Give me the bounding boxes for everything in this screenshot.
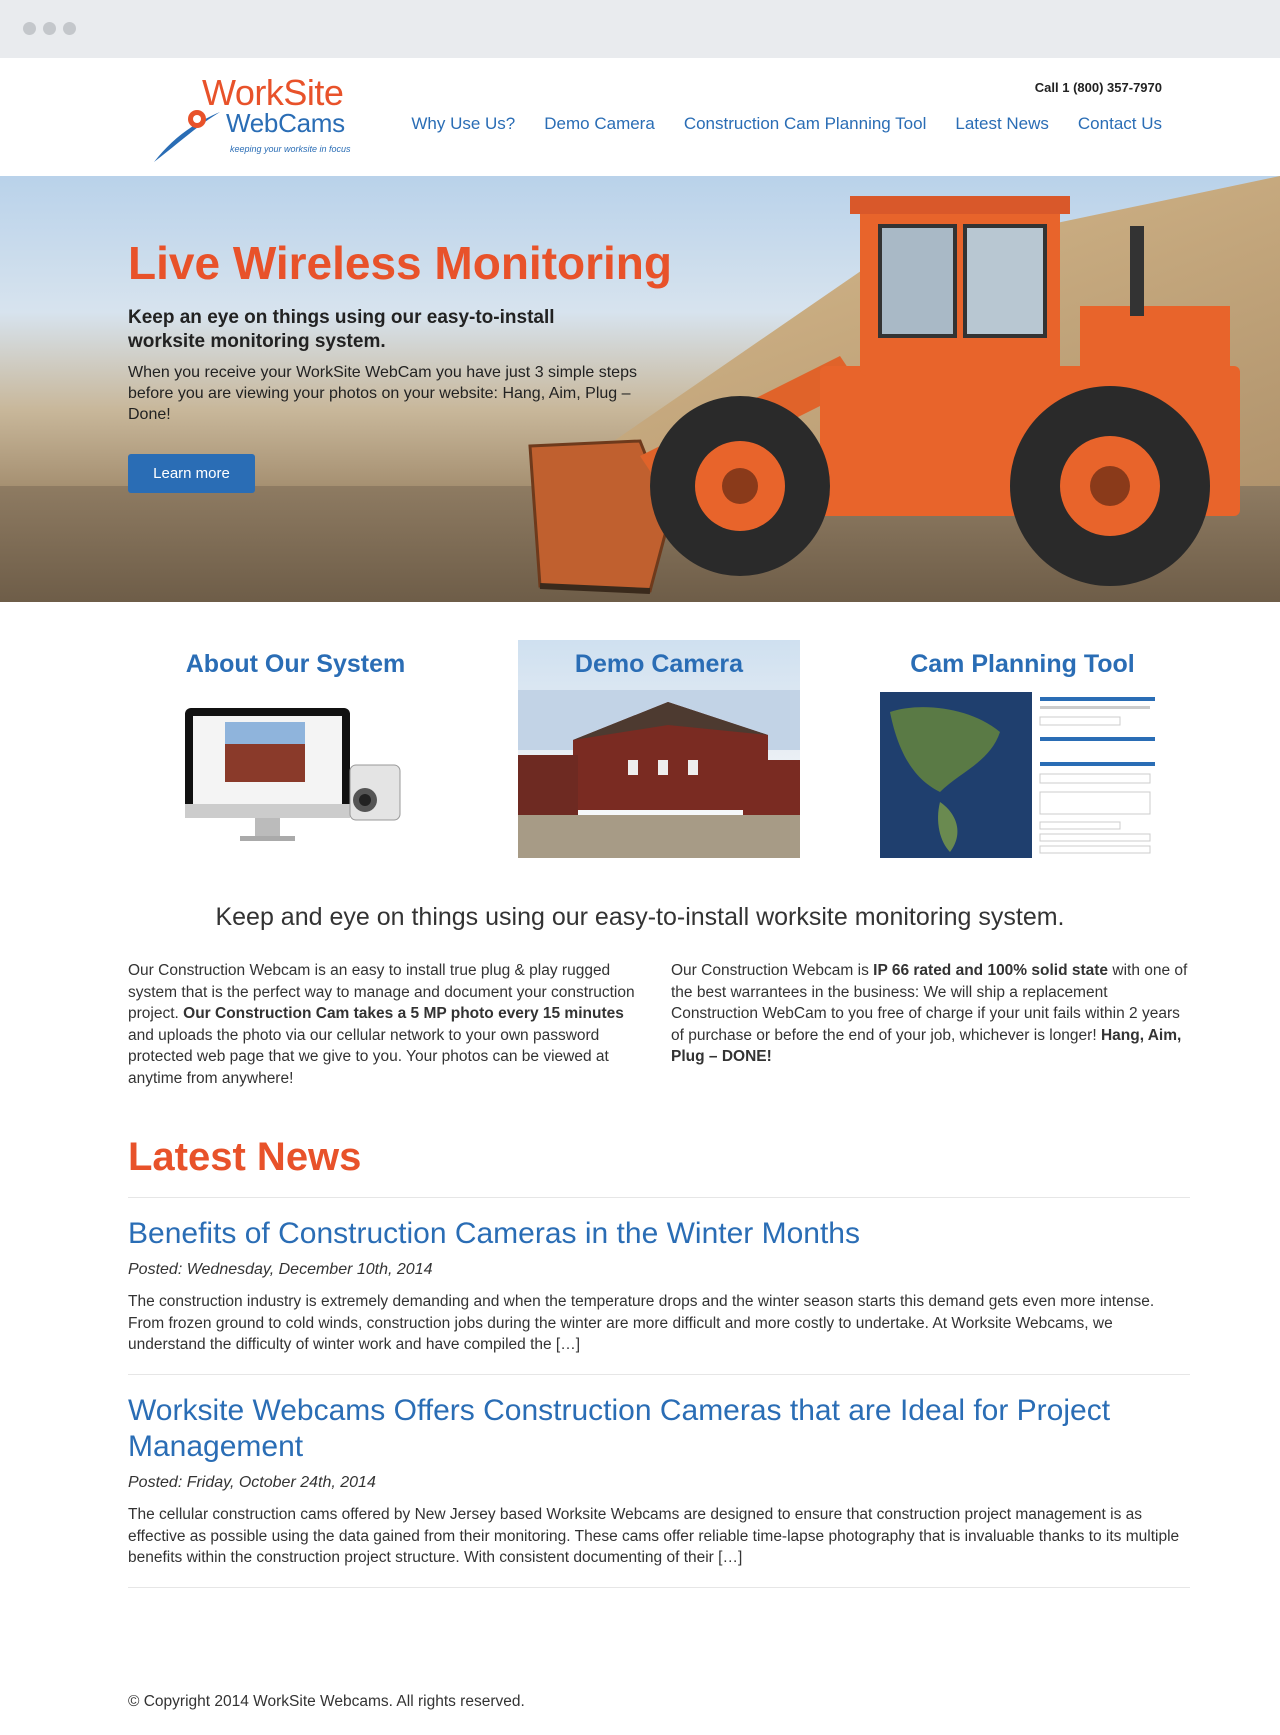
feature-title-planning[interactable]: Cam Planning Tool	[855, 650, 1190, 679]
nav-why-use-us[interactable]: Why Use Us?	[411, 114, 515, 134]
map-form-icon	[880, 692, 1155, 858]
divider	[128, 1587, 1190, 1588]
intro-right-p1: Our Construction Webcam is	[671, 962, 874, 979]
post-title-2[interactable]: Worksite Webcams Offers Construction Cam…	[128, 1393, 1190, 1465]
hero-title: Live Wireless Monitoring	[128, 237, 673, 289]
site-header: WorkSite WebCams keeping your worksite i…	[0, 58, 1280, 176]
post-date-2: Posted: Friday, October 24th, 2014	[128, 1474, 376, 1491]
post-title-1[interactable]: Benefits of Construction Cameras in the …	[128, 1216, 1190, 1252]
nav-contact-us[interactable]: Contact Us	[1078, 114, 1162, 134]
footer-copyright: © Copyright 2014 WorkSite Webcams. All r…	[128, 1693, 525, 1710]
hero-body: When you receive your WorkSite WebCam yo…	[128, 364, 637, 423]
about-system-image[interactable]	[185, 700, 415, 845]
intro-left-p2: and uploads the photo via our cellular n…	[128, 1026, 609, 1087]
feature-title-about[interactable]: About Our System	[128, 650, 463, 679]
post-date-1: Posted: Wednesday, December 10th, 2014	[128, 1261, 433, 1278]
hero-subtitle: Keep an eye on things using our easy-to-…	[128, 307, 555, 352]
logo-text-webcams: WebCams	[226, 108, 345, 138]
browser-chrome	[0, 0, 1280, 58]
divider	[128, 1374, 1190, 1375]
nav-planning-tool[interactable]: Construction Cam Planning Tool	[684, 114, 927, 134]
hero-banner: Live Wireless Monitoring Keep an eye on …	[0, 176, 1280, 602]
window-dot	[43, 22, 56, 35]
window-dot	[63, 22, 76, 35]
site-logo[interactable]: WorkSite WebCams keeping your worksite i…	[152, 72, 362, 162]
monitor-camera-icon	[185, 708, 401, 841]
window-dot	[23, 22, 36, 35]
feature-title-demo[interactable]: Demo Camera	[518, 650, 800, 679]
intro-right-bold1: IP 66 rated and 100% solid state	[873, 962, 1109, 979]
post-excerpt-2: The cellular construction cams offered b…	[128, 1506, 1180, 1566]
nav-latest-news[interactable]: Latest News	[955, 114, 1049, 134]
planning-tool-image[interactable]	[880, 692, 1162, 858]
post-excerpt-1: The construction industry is extremely d…	[128, 1293, 1155, 1353]
intro-right-text: Our Construction Webcam is IP 66 rated a…	[671, 960, 1196, 1068]
phone-number[interactable]: Call 1 (800) 357-7970	[1035, 80, 1162, 95]
intro-title: Keep and eye on things using our easy-to…	[215, 903, 1065, 931]
intro-left-bold: Our Construction Cam takes a 5 MP photo …	[183, 1005, 624, 1022]
divider	[128, 1197, 1190, 1198]
learn-more-button[interactable]: Learn more	[128, 454, 255, 493]
nav-demo-camera[interactable]: Demo Camera	[544, 114, 655, 134]
main-nav: Why Use Us? Demo Camera Construction Cam…	[382, 114, 1162, 134]
logo-tagline: keeping your worksite in focus	[230, 144, 351, 154]
intro-left-text: Our Construction Webcam is an easy to in…	[128, 960, 653, 1089]
latest-news-heading: Latest News	[128, 1135, 362, 1179]
